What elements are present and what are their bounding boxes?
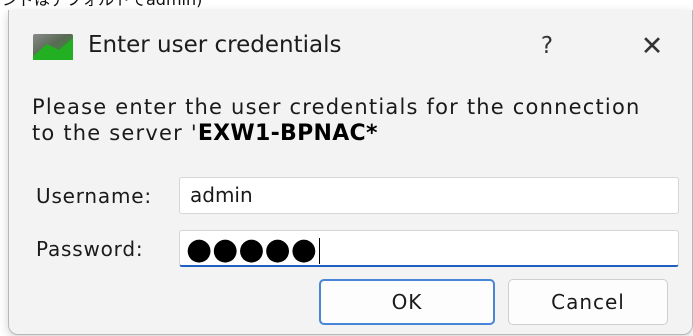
server-name: EXW1-BPNAC* [197, 121, 378, 146]
ok-button[interactable]: OK [319, 279, 495, 325]
cancel-button[interactable]: Cancel [508, 279, 668, 325]
text-caret [318, 237, 320, 264]
message-line-2: to the server 'EXW1-BPNAC* [32, 120, 641, 147]
close-button[interactable]: ✕ [629, 26, 675, 66]
background-text: ンドはデフォルトでadmin) [2, 0, 202, 9]
password-mask: ●●●●● [186, 232, 320, 267]
app-green-flag-icon [33, 34, 73, 60]
password-dots: ●●●●● [186, 232, 317, 267]
background-text-strip: ンドはデフォルトでadmin) [0, 0, 693, 10]
username-label: Username: [36, 184, 152, 208]
help-button[interactable]: ? [524, 26, 570, 66]
message-line-2-prefix: to the server ' [32, 121, 198, 145]
password-label: Password: [36, 237, 144, 261]
dialog-title: Enter user credentials [88, 32, 342, 58]
password-field[interactable]: ●●●●● [179, 230, 679, 267]
credentials-dialog: Enter user credentials ? ✕ Please enter … [8, 10, 693, 335]
dialog-titlebar[interactable]: Enter user credentials ? ✕ [9, 10, 692, 80]
username-value: admin [190, 183, 253, 207]
message-line-1: Please enter the user credentials for th… [32, 95, 641, 119]
dialog-message: Please enter the user credentials for th… [32, 94, 641, 147]
username-field[interactable]: admin [179, 177, 679, 214]
